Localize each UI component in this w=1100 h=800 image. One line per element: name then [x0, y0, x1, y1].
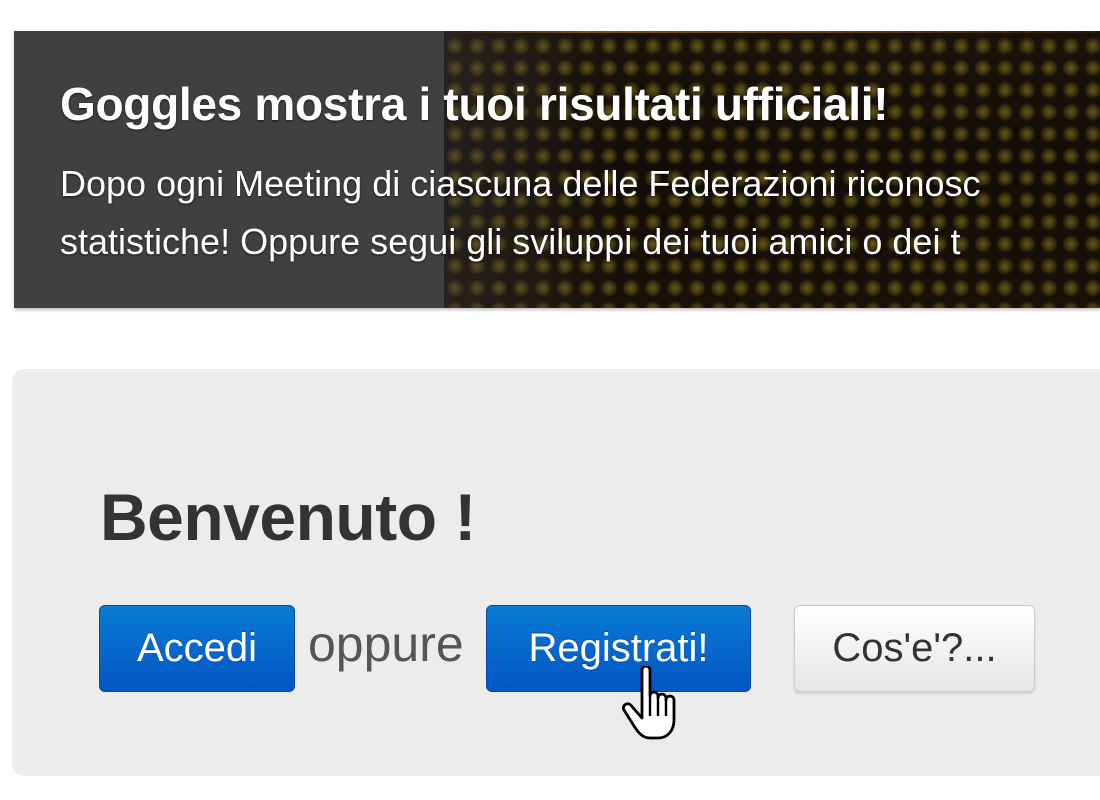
hero-description-line-1: Dopo ogni Meeting di ciascuna delle Fede…: [60, 163, 981, 204]
welcome-title: Benvenuto !: [100, 480, 476, 554]
hero-title: Goggles mostra i tuoi risultati ufficial…: [60, 78, 889, 130]
hero-description-line-2: statistiche! Oppure segui gli sviluppi d…: [60, 221, 961, 262]
login-button[interactable]: Accedi: [99, 605, 295, 692]
separator-text: oppure: [308, 616, 464, 672]
hero-banner: Goggles mostra i tuoi risultati ufficial…: [14, 31, 1100, 308]
welcome-panel: Benvenuto ! Accedi oppure Registrati! Co…: [12, 369, 1100, 776]
register-button[interactable]: Registrati!: [486, 605, 751, 692]
hand-pointer-cursor-icon: [621, 666, 676, 740]
about-button[interactable]: Cos'e'?...: [794, 605, 1035, 692]
hero-description: Dopo ogni Meeting di ciascuna delle Fede…: [60, 155, 1100, 271]
